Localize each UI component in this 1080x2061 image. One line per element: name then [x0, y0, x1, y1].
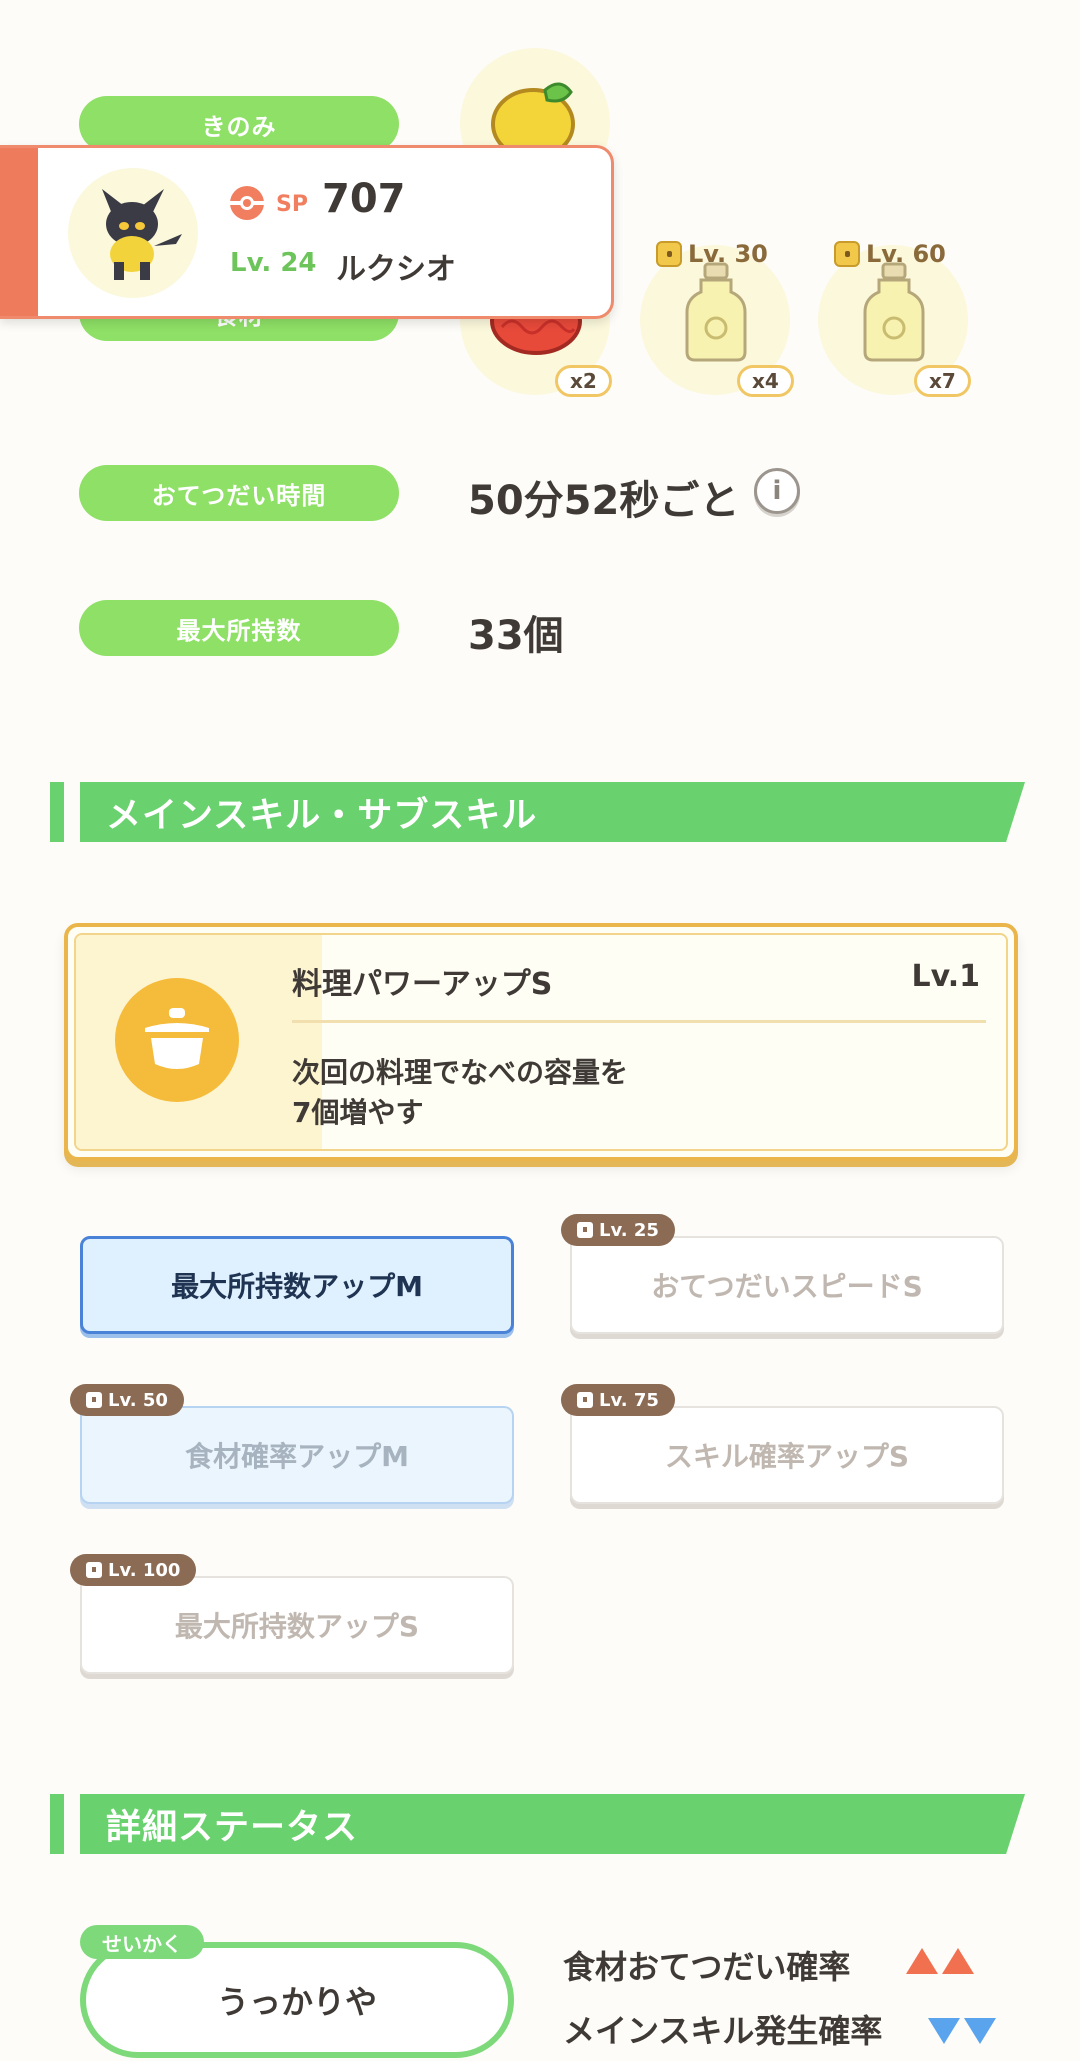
sub-skill-4-unlock: Lv. 75: [561, 1384, 675, 1416]
help-time-label: おてつだい時間: [79, 465, 399, 521]
down-arrow-icon: [964, 2018, 996, 2044]
berry-label: きのみ: [79, 96, 399, 152]
pokemon-portrait: [102, 189, 182, 280]
sub-skill-5-unlock: Lv. 100: [70, 1554, 197, 1586]
sub-skill-2[interactable]: おてつだいスピードS: [570, 1236, 1004, 1334]
section-bar: [50, 1794, 64, 1854]
nature-label: せいかく: [80, 1925, 204, 1959]
sub-skill-3-unlock-level: Lv. 50: [108, 1389, 168, 1411]
details-section-header: 詳細ステータス: [50, 1794, 1025, 1854]
skills-section-header: メインスキル・サブスキル: [50, 782, 1025, 842]
lock-icon: [577, 1392, 593, 1408]
section-bar: [50, 782, 64, 842]
stat-up-label: 食材おてつだい確率: [563, 1948, 851, 1986]
pokemon-card[interactable]: SP 707 Lv. 24 ルクシオ: [0, 145, 614, 319]
up-arrow-icon: [942, 1948, 974, 1974]
cooking-pot-icon: [145, 1008, 209, 1069]
sub-skill-5[interactable]: 最大所持数アップS: [80, 1576, 514, 1674]
nature-value[interactable]: うっかりや: [80, 1942, 514, 2058]
help-time-value: 50分52秒ごと: [468, 478, 740, 524]
lock-icon: [656, 241, 682, 267]
down-arrow-icon: [928, 2018, 960, 2044]
stat-down-label: メインスキル発生確率: [563, 2012, 883, 2050]
oil-bottle-icon: [685, 262, 747, 362]
main-skill-name: 料理パワーアップS: [292, 967, 553, 1002]
lock-icon: [86, 1562, 102, 1578]
skill-icon-panel: [76, 935, 322, 1149]
main-skill-desc-2: 7個増やす: [292, 1096, 424, 1129]
sp-label: SP: [276, 192, 308, 217]
up-arrow-icon: [906, 1948, 938, 1974]
main-skill-desc-1: 次回の料理でなべの容量を: [292, 1056, 629, 1089]
sp-value: 707: [322, 176, 406, 222]
skill-divider: [292, 1020, 986, 1023]
lock-icon: [86, 1392, 102, 1408]
card-stripe: [0, 148, 38, 316]
sub-skill-3-unlock: Lv. 50: [70, 1384, 184, 1416]
sub-skill-1[interactable]: 最大所持数アップM: [80, 1236, 514, 1334]
sub-skill-3[interactable]: 食材確率アップM: [80, 1406, 514, 1504]
pokemon-name: ルクシオ: [336, 252, 456, 287]
lock-icon: [577, 1222, 593, 1238]
ingredient-count-3: x7: [914, 365, 971, 397]
max-carry-value: 33個: [468, 613, 564, 659]
info-icon[interactable]: i: [754, 468, 800, 514]
ingredient-count-2: x4: [737, 365, 794, 397]
oil-bottle-icon: [863, 262, 925, 362]
sub-skill-4-unlock-level: Lv. 75: [599, 1389, 659, 1411]
sub-skill-2-unlock: Lv. 25: [561, 1214, 675, 1246]
cooking-pot-icon-bg: [115, 978, 239, 1102]
main-skill-level: Lv.1: [911, 959, 981, 994]
skills-section-title: メインスキル・サブスキル: [80, 782, 1025, 842]
sub-skill-2-unlock-level: Lv. 25: [599, 1219, 659, 1241]
ingredient-count-1: x2: [555, 365, 612, 397]
main-skill-card[interactable]: 料理パワーアップS Lv.1 次回の料理でなべの容量を 7個増やす: [64, 923, 1018, 1161]
lock-icon: [834, 241, 860, 267]
pokemon-level: Lv. 24: [230, 248, 317, 278]
pokeball-icon: [230, 186, 264, 220]
details-section-title: 詳細ステータス: [80, 1794, 1025, 1854]
sub-skill-4[interactable]: スキル確率アップS: [570, 1406, 1004, 1504]
max-carry-label: 最大所持数: [79, 600, 399, 656]
sub-skill-5-unlock-level: Lv. 100: [108, 1559, 181, 1581]
